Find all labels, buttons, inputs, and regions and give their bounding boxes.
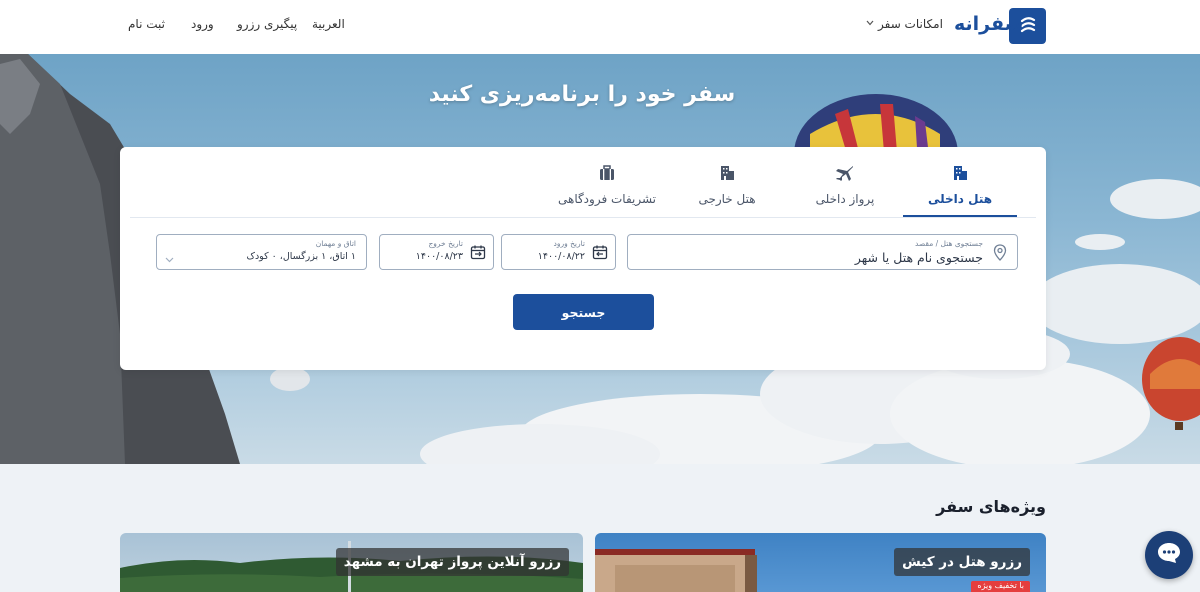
tabs-divider	[130, 217, 1036, 218]
tab-label: هتل داخلی	[927, 192, 993, 206]
search-button[interactable]: جستجو	[513, 294, 654, 330]
chat-bubble-icon	[1156, 541, 1182, 569]
chevron-down-icon[interactable]	[165, 248, 174, 267]
logo-text[interactable]: سفرانه	[954, 13, 1023, 35]
destination-input[interactable]: جستجوی نام هتل یا شهر	[855, 250, 983, 265]
location-pin-icon	[993, 244, 1007, 265]
tab-label: هتل خارجی	[698, 192, 756, 206]
arabic-language-link[interactable]: العربية	[312, 17, 345, 31]
tab-label: پرواز داخلی	[815, 192, 875, 206]
promo-label: رزرو هتل در کیش	[894, 548, 1030, 576]
tab-domestic-flight[interactable]: پرواز داخلی	[788, 147, 902, 217]
checkin-date-field[interactable]: تاریخ ورود ۱۴۰۰/۰۸/۲۲	[501, 234, 616, 270]
chevron-down-icon[interactable]	[866, 19, 874, 29]
calendar-icon	[592, 244, 608, 264]
guests-value: ۱ اتاق، ۱ بزرگسال، ۰ کودک	[246, 251, 356, 262]
travel-features-menu[interactable]: امکانات سفر	[878, 17, 943, 31]
promo-card-kish-hotel[interactable]: رزرو هتل در کیش با تخفیف ویژه	[595, 533, 1046, 592]
promo-label: رزرو آنلاین پرواز تهران به مشهد	[335, 548, 569, 576]
specials-title: ویژه‌های سفر	[936, 497, 1046, 516]
calendar-icon	[470, 244, 486, 264]
tab-label: تشریفات فرودگاهی	[557, 192, 657, 206]
tab-airport-services[interactable]: تشریفات فرودگاهی	[545, 147, 669, 217]
guests-label: اتاق و مهمان	[315, 239, 356, 248]
building-icon	[718, 164, 736, 186]
destination-label: جستجوی هتل / مقصد	[914, 239, 983, 248]
rooms-guests-field[interactable]: اتاق و مهمان ۱ اتاق، ۱ بزرگسال، ۰ کودک	[156, 234, 367, 270]
suitcase-icon	[598, 164, 616, 186]
top-navbar: سفرانه امکانات سفر العربية پیگیری رزرو و…	[0, 0, 1200, 54]
checkout-value: ۱۴۰۰/۰۸/۲۳	[415, 251, 463, 262]
checkout-date-field[interactable]: تاریخ خروج ۱۴۰۰/۰۸/۲۳	[379, 234, 494, 270]
discount-badge: با تخفیف ویژه	[971, 581, 1030, 592]
checkin-label: تاریخ ورود	[553, 239, 585, 248]
chat-support-button[interactable]	[1145, 531, 1193, 579]
track-booking-link[interactable]: پیگیری رزرو	[237, 17, 297, 31]
login-link[interactable]: ورود	[191, 17, 214, 31]
promo-card-tehran-mashhad-flight[interactable]: رزرو آنلاین پرواز تهران به مشهد	[120, 533, 583, 592]
checkout-label: تاریخ خروج	[428, 239, 463, 248]
hero-title: سفر خود را برنامه‌ریزی کنید	[428, 82, 736, 107]
destination-field[interactable]: جستجوی هتل / مقصد جستجوی نام هتل یا شهر	[627, 234, 1018, 270]
airplane-icon	[835, 164, 855, 186]
tab-international-hotel[interactable]: هتل خارجی	[670, 147, 784, 217]
tab-domestic-hotel[interactable]: هتل داخلی	[903, 147, 1017, 217]
search-card: هتل داخلی پرواز داخلی هتل خارجی تشریفات …	[120, 147, 1046, 370]
building-icon	[951, 164, 969, 186]
signup-link[interactable]: ثبت نام	[128, 17, 165, 31]
checkin-value: ۱۴۰۰/۰۸/۲۲	[537, 251, 585, 262]
